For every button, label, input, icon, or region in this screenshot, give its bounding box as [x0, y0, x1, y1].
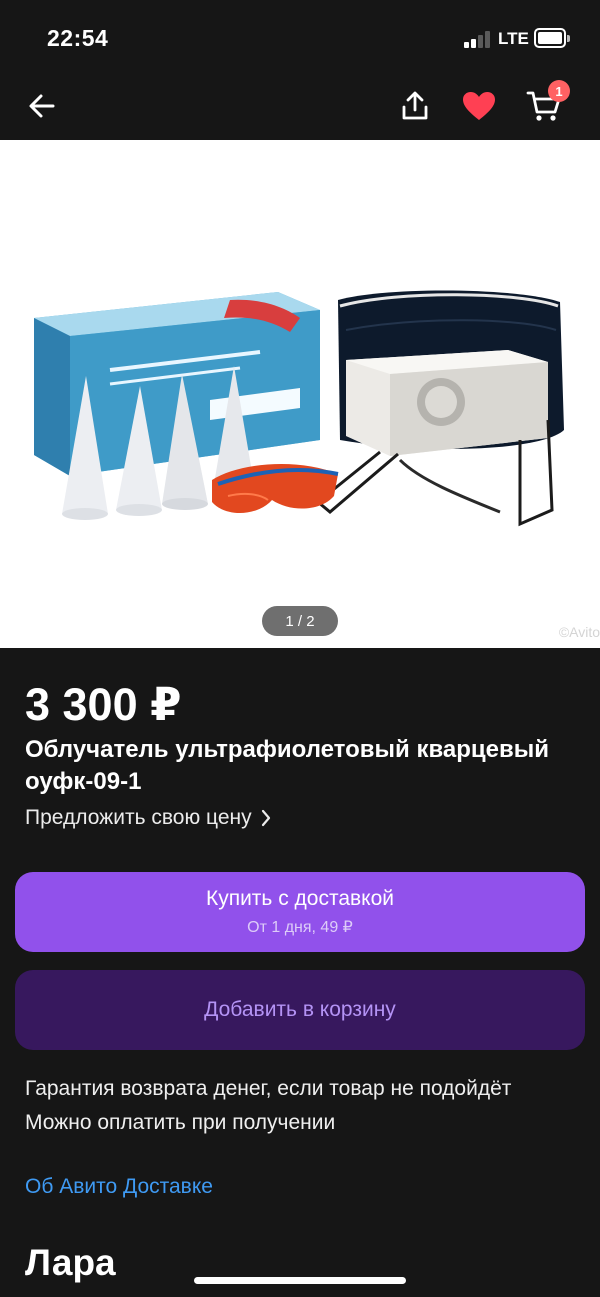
- offer-price-label: Предложить свою цену: [25, 806, 252, 829]
- delivery-info: Гарантия возврата денег, если товар не п…: [25, 1072, 565, 1140]
- share-button[interactable]: [393, 84, 437, 128]
- status-bar: 22:54 LTE: [0, 0, 600, 78]
- share-upload-icon: [402, 91, 428, 120]
- chevron-right-icon: [261, 809, 270, 827]
- add-to-cart-button[interactable]: Добавить в корзину: [15, 970, 585, 1050]
- payment-on-delivery: Можно оплатить при получении: [25, 1111, 336, 1134]
- network-type: LTE: [498, 29, 529, 48]
- gallery-counter: 1 / 2: [262, 606, 338, 636]
- top-nav-bar: 1: [0, 78, 600, 140]
- cart-button[interactable]: 1: [522, 80, 570, 128]
- money-back-guarantee: Гарантия возврата денег, если товар не п…: [25, 1077, 512, 1100]
- product-image-gallery[interactable]: 1 / 2 ©Avito: [0, 140, 600, 648]
- arrow-left-icon: [29, 94, 55, 118]
- seller-name: Лара: [25, 1242, 116, 1283]
- product-photo: [34, 290, 564, 527]
- offer-price-link[interactable]: Предложить свою цену: [25, 806, 272, 830]
- favorite-button[interactable]: [457, 84, 501, 128]
- product-title: Облучатель ультрафиолетовый кварцевый оу…: [25, 736, 550, 795]
- back-button[interactable]: [20, 84, 64, 128]
- delivery-terms: От 1 дня, 49 ₽: [247, 919, 353, 936]
- buy-button-label: Купить с доставкой: [205, 887, 395, 910]
- cart-badge: 1: [548, 80, 570, 102]
- signal-strength-icon: [464, 30, 492, 48]
- buy-with-delivery-button[interactable]: Купить с доставкой От 1 дня, 49 ₽: [15, 872, 585, 952]
- avito-watermark: ©Avito: [558, 624, 600, 640]
- heart-icon: [463, 92, 495, 120]
- avito-delivery-link[interactable]: Об Авито Доставке: [25, 1175, 213, 1199]
- status-time: 22:54: [47, 25, 109, 51]
- add-to-cart-label: Добавить в корзину: [204, 998, 396, 1021]
- home-indicator[interactable]: [194, 1277, 406, 1284]
- battery-icon: [534, 28, 570, 48]
- product-price: 3 300 ₽: [25, 679, 182, 730]
